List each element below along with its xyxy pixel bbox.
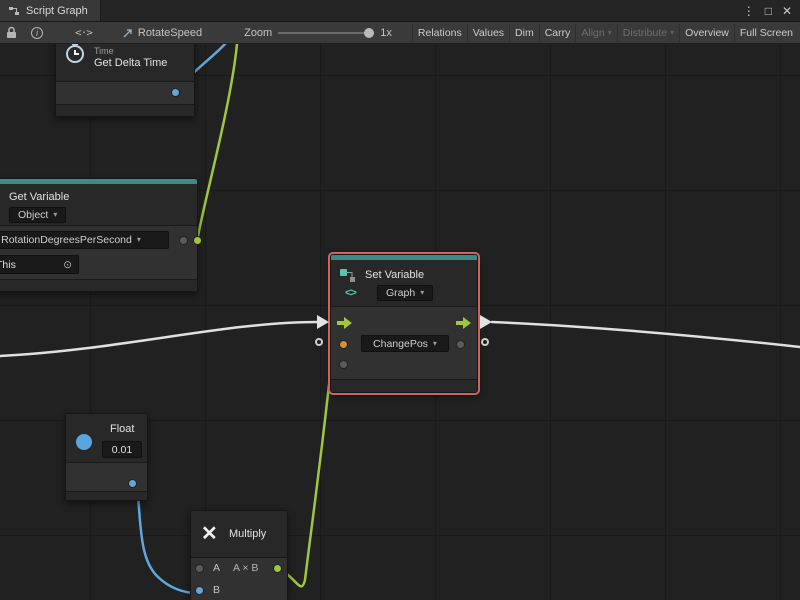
toolbar-button-distribute: Distribute ▾ bbox=[617, 24, 679, 42]
script-machine-icon bbox=[122, 25, 134, 41]
float-value-field[interactable]: 0.01 bbox=[102, 441, 142, 458]
port-set-variable-output[interactable] bbox=[456, 340, 465, 349]
button-label: Distribute bbox=[623, 27, 667, 39]
variable-scope-dropdown[interactable]: Object ▾ bbox=[9, 207, 66, 223]
zoom-slider-handle[interactable] bbox=[364, 28, 374, 38]
toolbar-button-relations[interactable]: Relations bbox=[412, 24, 467, 42]
script-machine-breadcrumb[interactable]: RotateSpeed bbox=[122, 25, 202, 41]
toolbar-button-carry[interactable]: Carry bbox=[539, 24, 576, 42]
button-label: Align bbox=[581, 27, 604, 39]
node-title: Float bbox=[110, 423, 134, 435]
zoom-slider[interactable] bbox=[278, 27, 374, 39]
wire-control-flow-out[interactable] bbox=[492, 322, 800, 347]
port-float-output[interactable] bbox=[128, 479, 137, 488]
multiply-icon: ✕ bbox=[201, 524, 218, 544]
edit-graph-icon[interactable]: <·> bbox=[75, 26, 92, 39]
maximize-icon[interactable]: □ bbox=[765, 5, 772, 17]
toolbar-button-align: Align ▾ bbox=[575, 24, 616, 42]
close-icon[interactable]: ✕ bbox=[782, 5, 792, 17]
graph-canvas[interactable]: Time Get Delta Time Get Variable Object … bbox=[0, 44, 800, 600]
chevron-down-icon: ▾ bbox=[433, 340, 437, 348]
node-title: Multiply bbox=[229, 528, 266, 540]
flow-arrowhead-out[interactable] bbox=[480, 315, 492, 329]
wire-value-get-variable[interactable] bbox=[198, 44, 237, 236]
tab-script-graph[interactable]: Script Graph bbox=[0, 0, 101, 21]
chevron-down-icon: ▾ bbox=[53, 211, 57, 219]
button-label: Values bbox=[473, 27, 504, 39]
node-title: Set Variable bbox=[365, 269, 424, 281]
port-variable-name[interactable] bbox=[179, 236, 188, 245]
machine-name: RotateSpeed bbox=[138, 27, 202, 39]
dropdown-value: RotationDegreesPerSecond bbox=[1, 234, 132, 246]
tab-title: Script Graph bbox=[26, 5, 88, 17]
lock-icon[interactable] bbox=[6, 25, 17, 41]
script-graph-icon bbox=[8, 3, 20, 19]
button-label: Overview bbox=[685, 27, 729, 39]
field-value: This bbox=[0, 259, 16, 271]
port-value-input[interactable] bbox=[339, 360, 348, 369]
port-multiply-b[interactable] bbox=[195, 586, 204, 595]
target-picker-icon[interactable]: ⊙ bbox=[63, 259, 72, 271]
toolbar-button-fullscreen[interactable]: Full Screen bbox=[734, 24, 798, 42]
variable-icon bbox=[339, 267, 356, 283]
variable-name-dropdown[interactable]: RotationDegreesPerSecond ▾ bbox=[0, 231, 169, 249]
button-label: Dim bbox=[515, 27, 534, 39]
port-delta-time-output[interactable] bbox=[171, 88, 180, 97]
button-label: Carry bbox=[545, 27, 571, 39]
zoom-value: 1x bbox=[380, 27, 392, 39]
variable-scope-dropdown[interactable]: Graph ▾ bbox=[377, 285, 433, 301]
chevron-down-icon: ▾ bbox=[608, 29, 612, 37]
flow-input-port[interactable] bbox=[337, 317, 352, 329]
port-unconnected-right[interactable] bbox=[481, 338, 489, 346]
node-surtitle: Time bbox=[94, 46, 114, 56]
variable-name-dropdown[interactable]: ChangePos ▾ bbox=[361, 335, 449, 352]
wire-value-float-to-multiply[interactable] bbox=[137, 485, 197, 593]
wire-control-flow-in[interactable] bbox=[0, 322, 317, 356]
chevron-down-icon: ▾ bbox=[137, 236, 141, 244]
node-multiply[interactable]: ✕ Multiply A A × B B bbox=[190, 510, 288, 600]
target-object-field[interactable]: This ⊙ bbox=[0, 255, 79, 274]
button-label: Relations bbox=[418, 27, 462, 39]
port-multiply-a[interactable] bbox=[195, 564, 204, 573]
dropdown-value: ChangePos bbox=[373, 338, 428, 350]
port-unconnected-left[interactable] bbox=[315, 338, 323, 346]
flow-output-port[interactable] bbox=[456, 317, 471, 329]
node-get-delta-time[interactable]: Time Get Delta Time bbox=[55, 44, 195, 117]
port-variable-name[interactable] bbox=[339, 340, 348, 349]
graph-toolbar: i <·> RotateSpeed Zoom 1x Relations bbox=[0, 22, 800, 44]
zoom-label: Zoom bbox=[244, 27, 272, 39]
graph-scope-icon: <> bbox=[345, 287, 356, 299]
operation-label: A × B bbox=[233, 562, 258, 574]
menu-icon[interactable]: ⋮ bbox=[743, 5, 755, 17]
toolbar-button-overview[interactable]: Overview bbox=[679, 24, 734, 42]
tab-bar: Script Graph ⋮ □ ✕ bbox=[0, 0, 800, 22]
clock-icon bbox=[64, 45, 86, 61]
button-label: Full Screen bbox=[740, 27, 793, 39]
toolbar-button-values[interactable]: Values bbox=[467, 24, 509, 42]
port-get-variable-output[interactable] bbox=[193, 236, 202, 245]
info-icon[interactable]: i bbox=[31, 27, 43, 39]
unity-script-graph-window: Script Graph ⋮ □ ✕ i <·> RotateSpeed bbox=[0, 0, 800, 600]
port-multiply-output[interactable] bbox=[273, 564, 282, 573]
field-value: 0.01 bbox=[112, 444, 132, 456]
zoom-slider-track[interactable] bbox=[278, 32, 374, 34]
port-label-b: B bbox=[213, 584, 220, 596]
chevron-down-icon: ▾ bbox=[670, 29, 674, 37]
node-title: Get Delta Time bbox=[94, 57, 167, 69]
dropdown-value: Graph bbox=[386, 287, 415, 299]
node-set-variable[interactable]: Set Variable <> Graph ▾ ChangePos ▾ bbox=[330, 254, 478, 393]
node-float[interactable]: Float 0.01 bbox=[65, 413, 148, 501]
port-label-a: A bbox=[213, 562, 220, 574]
node-title: Get Variable bbox=[9, 191, 69, 203]
chevron-down-icon: ▾ bbox=[420, 289, 424, 297]
toolbar-button-dim[interactable]: Dim bbox=[509, 24, 539, 42]
flow-arrowhead-in[interactable] bbox=[317, 315, 329, 329]
node-get-variable[interactable]: Get Variable Object ▾ RotationDegreesPer… bbox=[0, 178, 198, 292]
window-controls: ⋮ □ ✕ bbox=[743, 0, 800, 21]
dropdown-value: Object bbox=[18, 209, 48, 221]
float-icon bbox=[76, 434, 92, 450]
